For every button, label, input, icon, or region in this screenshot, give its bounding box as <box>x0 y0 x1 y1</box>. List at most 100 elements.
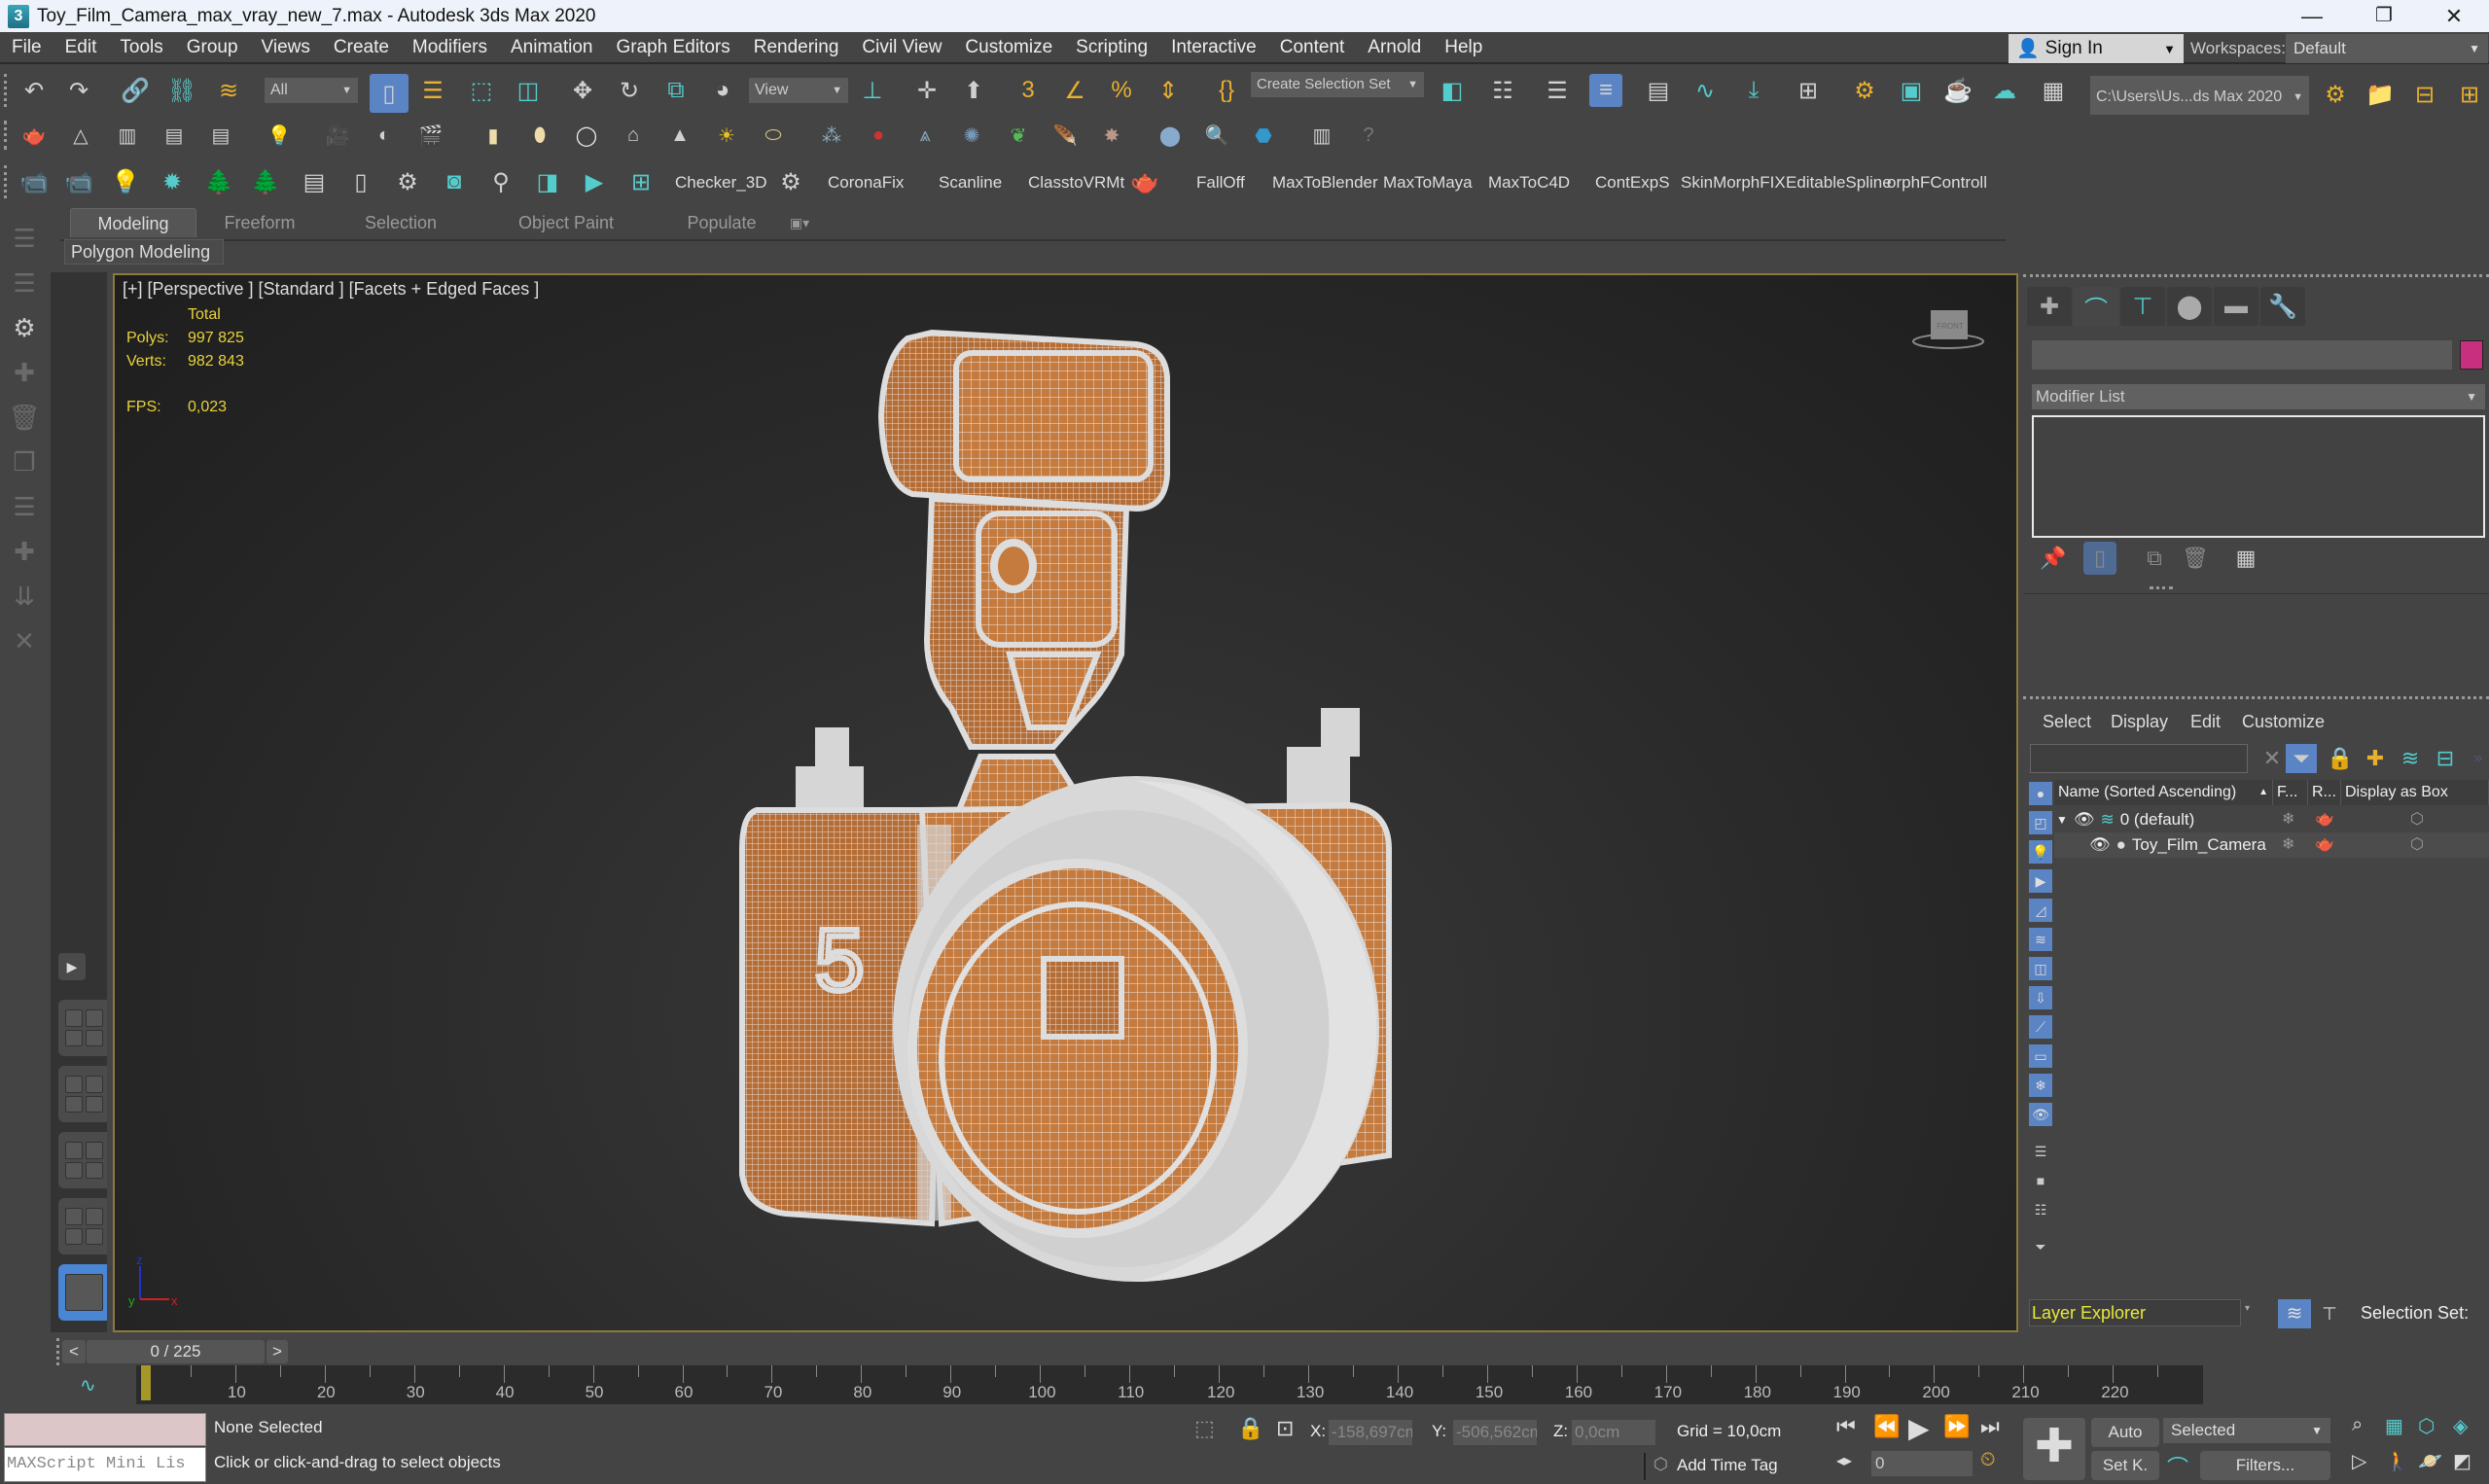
filter-hidden-icon[interactable]: 👁 <box>2029 1103 2052 1128</box>
light-lister-icon[interactable]: 💡 <box>263 119 296 152</box>
explorer-menu-edit[interactable]: Edit <box>2190 712 2221 732</box>
filter-shapes-icon[interactable]: ◰ <box>2029 811 2052 836</box>
go-to-start-icon[interactable]: ⏮ <box>1836 1414 1856 1439</box>
display-none-icon[interactable]: ■ <box>2029 1169 2052 1194</box>
create-layer-icon[interactable]: ✚ <box>8 356 41 389</box>
link-icon[interactable]: 🔗 <box>119 74 152 107</box>
toolbar-grip[interactable] <box>4 121 7 150</box>
column-display-as-box[interactable]: Display as Box <box>2341 780 2489 805</box>
viewport-layout-single[interactable] <box>58 1264 107 1321</box>
current-frame-field[interactable]: 0 <box>1871 1451 1973 1476</box>
explorer-menu-display[interactable]: Display <box>2111 712 2168 732</box>
remove-modifier-icon[interactable]: 🗑 <box>2179 542 2212 575</box>
material-icon[interactable]: ▥ <box>111 119 144 152</box>
y-coordinate-field[interactable]: -506,562cm <box>1453 1420 1537 1445</box>
invert-display-icon[interactable]: ☷ <box>2029 1198 2052 1223</box>
timeline-playhead[interactable] <box>141 1365 151 1400</box>
fur-icon[interactable]: ⩓ <box>908 119 942 152</box>
mirror-icon[interactable]: ◧ <box>1436 74 1469 107</box>
menu-graph-editors[interactable]: Graph Editors <box>605 37 742 58</box>
gear-icon[interactable]: ⚙ <box>774 165 807 198</box>
vray-frame-buffer-icon[interactable]: 🔍 <box>1200 119 1233 152</box>
workspace-select[interactable]: Default ▼ <box>2286 34 2488 63</box>
viewport-layout-4[interactable] <box>58 1198 107 1254</box>
perspective-viewport[interactable]: [+] [Perspective ] [Standard ] [Facets +… <box>113 273 2018 1332</box>
toggle-layer-explorer-icon[interactable]: ≡ <box>1589 74 1622 107</box>
zoom-icon[interactable]: ⌕ <box>2352 1414 2363 1436</box>
ies-light-icon[interactable]: ⬭ <box>757 119 790 152</box>
previous-frame-icon[interactable]: ⏪ <box>1873 1414 1900 1439</box>
menu-views[interactable]: Views <box>250 37 322 58</box>
project-folder-dropdown[interactable]: C:\Users\Us...ds Max 2020 ▼ <box>2090 76 2309 119</box>
timeline-track[interactable]: 0102030405060708090100110120130140150160… <box>136 1365 2203 1404</box>
script-contexps[interactable]: ContExpS <box>1595 173 1670 193</box>
sphere-light-icon[interactable]: ⬮ <box>523 119 556 152</box>
selection-lock-icon[interactable]: 🔒 <box>1237 1416 1263 1441</box>
open-project-folder-icon[interactable]: 📁 <box>2364 78 2397 111</box>
visibility-eye-icon[interactable]: 👁 <box>2089 832 2111 858</box>
ribbon-panel-polygon-modeling[interactable]: Polygon Modeling <box>64 239 224 265</box>
script-skinmorphfix[interactable]: SkinMorphFIX <box>1681 173 1786 193</box>
named-selection-set-dropdown[interactable]: Create Selection Set ▼ <box>1251 72 1424 97</box>
layer-explorer-icon[interactable]: ≋ <box>2278 1299 2311 1328</box>
display-as-box-icon[interactable]: ⬡ <box>2410 807 2424 832</box>
menu-help[interactable]: Help <box>1433 37 1494 58</box>
modifier-list-dropdown[interactable]: Modifier List ▼ <box>2032 384 2485 409</box>
render-icon[interactable]: ⬣ <box>1247 119 1280 152</box>
spot-light-icon[interactable]: ▲ <box>663 119 696 152</box>
remove-layers-icon[interactable]: ✕ <box>8 624 41 657</box>
delete-layer-icon[interactable]: 🗑 <box>8 401 41 434</box>
viewport-layout-1[interactable] <box>58 1000 107 1056</box>
script-maxtomaya[interactable]: MaxToMaya <box>1383 173 1473 193</box>
clear-search-icon[interactable]: ✕ <box>2257 744 2288 773</box>
rectangular-selection-icon[interactable]: ⬚ <box>465 74 498 107</box>
film-camera-icon[interactable]: 🎬 <box>414 119 447 152</box>
menu-modifiers[interactable]: Modifiers <box>401 37 499 58</box>
filter-bones-icon[interactable]: ⟋ <box>2029 1015 2052 1041</box>
add-layer-icon[interactable]: ✚ <box>2360 744 2391 773</box>
menu-civil-view[interactable]: Civil View <box>850 37 953 58</box>
display-as-box-icon[interactable]: ⬡ <box>2410 832 2424 858</box>
filter-geometry-icon[interactable]: ● <box>2029 782 2052 807</box>
auto-key-button[interactable]: Auto <box>2091 1418 2159 1447</box>
modify-tab-icon[interactable]: ⌒ <box>2074 287 2118 326</box>
sphere-icon[interactable]: ⬤ <box>1154 119 1187 152</box>
camera-icon[interactable]: 📹 <box>18 165 51 198</box>
menu-edit[interactable]: Edit <box>53 37 109 58</box>
hair-icon[interactable]: 🪶 <box>1049 119 1082 152</box>
filter-xrefs-icon[interactable]: ⇩ <box>2029 986 2052 1011</box>
gear-icon[interactable]: ⚙ <box>391 165 424 198</box>
move-icon[interactable]: ✥ <box>566 74 599 107</box>
bind-space-warp-icon[interactable]: ≋ <box>212 74 245 107</box>
script-maxtoc4d[interactable]: MaxToC4D <box>1488 173 1570 193</box>
ornatrix-icon[interactable]: ✸ <box>1095 119 1128 152</box>
proxy-icon[interactable]: ⁂ <box>815 119 848 152</box>
orbit-icon[interactable]: 🪐 <box>2418 1449 2442 1473</box>
zoom-extents-icon[interactable]: ⬡ <box>2418 1414 2435 1438</box>
script-checker-3d[interactable]: Checker_3D <box>675 173 767 193</box>
script-classtovrmt[interactable]: ClasstoVRMt <box>1028 173 1124 193</box>
panel-icon[interactable]: ▤ <box>204 119 237 152</box>
ribbon-tab-freeform[interactable]: Freeform <box>206 208 313 237</box>
menu-customize[interactable]: Customize <box>953 37 1064 58</box>
column-frozen[interactable]: F... <box>2273 780 2308 805</box>
viewcube[interactable]: FRONT <box>1909 304 1987 353</box>
ribbon-tab-selection[interactable]: Selection <box>342 208 459 237</box>
curve-editor-icon[interactable]: ∿ <box>1689 74 1722 107</box>
mesh-light-icon[interactable]: ⌂ <box>617 119 650 152</box>
set-key-button[interactable]: Set K. <box>2091 1451 2159 1480</box>
pivot-center-icon[interactable]: ⊥ <box>856 74 889 107</box>
script-editablespline[interactable]: EditableSpline <box>1786 173 1892 193</box>
close-button[interactable]: ✕ <box>2420 0 2488 32</box>
explorer-search-input[interactable] <box>2030 744 2248 773</box>
script-scanline[interactable]: Scanline <box>939 173 1002 193</box>
filter-cameras-icon[interactable]: ▶ <box>2029 869 2052 895</box>
rotate-icon[interactable]: ↻ <box>613 74 646 107</box>
edit-named-selection-icon[interactable]: {} <box>1210 74 1243 107</box>
maximize-viewport-icon[interactable]: ◩ <box>2453 1449 2471 1473</box>
tree-list-icon[interactable]: ▤ <box>298 165 331 198</box>
keyboard-shortcut-override-icon[interactable]: ⬆ <box>957 74 990 107</box>
new-project-icon[interactable]: ⊟ <box>2408 78 2441 111</box>
motion-tab-icon[interactable]: ⬤ <box>2167 287 2212 326</box>
insert-panel-icon[interactable]: ⊞ <box>624 165 658 198</box>
